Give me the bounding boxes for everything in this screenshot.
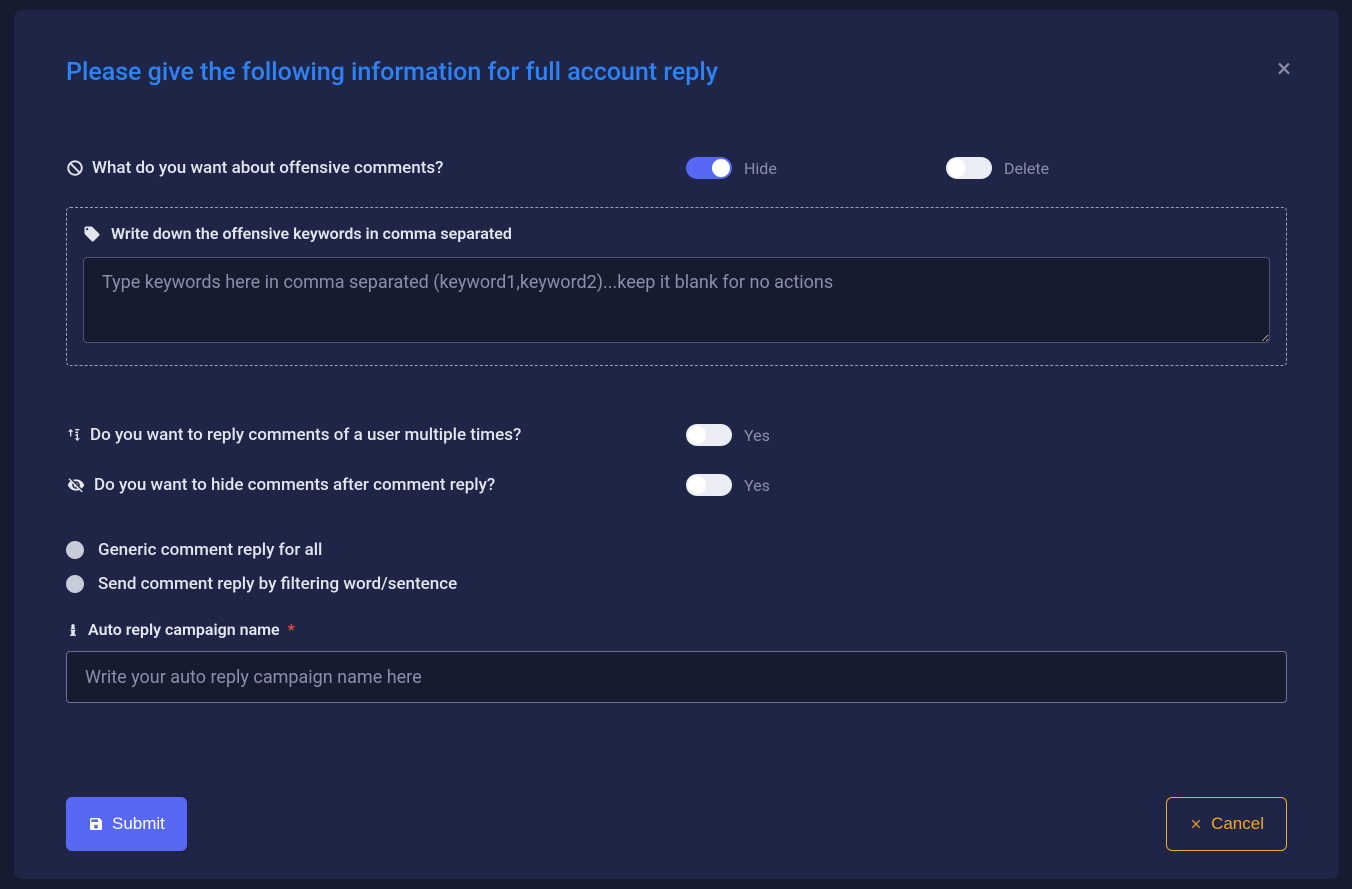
- tag-icon: [83, 225, 101, 243]
- offensive-question-text: What do you want about offensive comment…: [92, 158, 443, 178]
- keywords-textarea[interactable]: [83, 257, 1270, 343]
- sort-icon: [66, 426, 82, 444]
- hide-after-text: Do you want to hide comments after comme…: [94, 475, 495, 495]
- reply-multiple-text: Do you want to reply comments of a user …: [90, 425, 521, 445]
- delete-toggle[interactable]: [946, 157, 992, 179]
- modal-title: Please give the following information fo…: [66, 58, 1287, 87]
- keywords-box: Write down the offensive keywords in com…: [66, 207, 1287, 366]
- radio-generic-row: Generic comment reply for all: [66, 540, 1287, 560]
- modal-dialog: × Please give the following information …: [14, 10, 1339, 879]
- hide-after-label: Do you want to hide comments after comme…: [66, 475, 686, 495]
- pawn-icon: [66, 622, 80, 638]
- keywords-label-text: Write down the offensive keywords in com…: [111, 224, 512, 243]
- hide-toggle[interactable]: [686, 157, 732, 179]
- hide-after-toggle[interactable]: [686, 474, 732, 496]
- radio-generic-label: Generic comment reply for all: [98, 540, 322, 560]
- delete-toggle-group: Delete: [946, 157, 1049, 179]
- submit-button-label: Submit: [112, 814, 165, 834]
- reply-multiple-toggle-group: Yes: [686, 424, 770, 446]
- close-icon[interactable]: ×: [1277, 54, 1291, 84]
- modal-footer: Submit Cancel: [66, 797, 1287, 851]
- offensive-comments-row: What do you want about offensive comment…: [66, 157, 1287, 179]
- required-asterisk: *: [288, 620, 295, 639]
- save-icon: [88, 816, 104, 832]
- radio-filter-label: Send comment reply by filtering word/sen…: [98, 574, 457, 594]
- cancel-button-label: Cancel: [1211, 814, 1264, 834]
- campaign-name-input[interactable]: [66, 651, 1287, 703]
- reply-multiple-row: Do you want to reply comments of a user …: [66, 424, 1287, 446]
- delete-toggle-label: Delete: [1004, 159, 1049, 178]
- submit-button[interactable]: Submit: [66, 797, 187, 851]
- ban-icon: [66, 159, 84, 177]
- hide-after-row: Do you want to hide comments after comme…: [66, 474, 1287, 496]
- times-icon: [1189, 817, 1203, 831]
- campaign-name-text: Auto reply campaign name: [88, 620, 280, 639]
- radio-filter-row: Send comment reply by filtering word/sen…: [66, 574, 1287, 594]
- radio-filter[interactable]: [66, 575, 84, 593]
- reply-multiple-toggle-label: Yes: [744, 426, 770, 445]
- eye-slash-icon: [66, 476, 86, 494]
- cancel-button[interactable]: Cancel: [1166, 797, 1287, 851]
- campaign-name-label: Auto reply campaign name *: [66, 620, 1287, 639]
- hide-toggle-group: Hide: [686, 157, 946, 179]
- hide-toggle-label: Hide: [744, 159, 777, 178]
- keywords-label: Write down the offensive keywords in com…: [83, 224, 1270, 243]
- offensive-question-label: What do you want about offensive comment…: [66, 158, 686, 178]
- reply-multiple-toggle[interactable]: [686, 424, 732, 446]
- radio-generic[interactable]: [66, 541, 84, 559]
- hide-after-toggle-group: Yes: [686, 474, 770, 496]
- reply-multiple-label: Do you want to reply comments of a user …: [66, 425, 686, 445]
- hide-after-toggle-label: Yes: [744, 476, 770, 495]
